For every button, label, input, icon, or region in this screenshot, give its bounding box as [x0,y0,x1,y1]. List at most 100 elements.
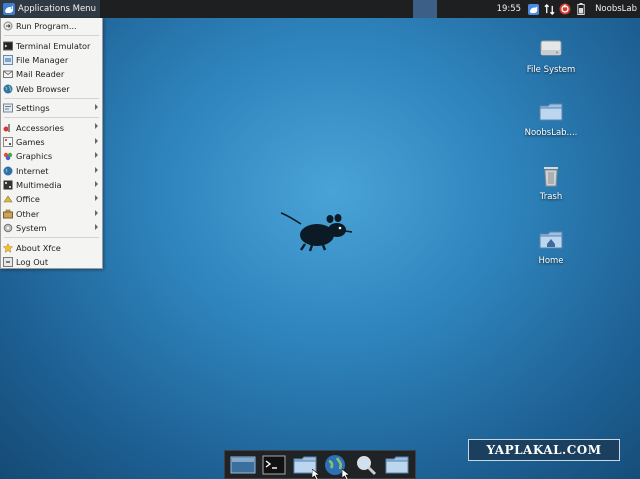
submenu-arrow-icon [95,209,98,216]
desktop-icon-label: Home [538,256,564,266]
desktop-icon-file-system[interactable]: File System [516,36,586,75]
menu-item-graphics[interactable]: Graphics [1,149,102,163]
logout-icon [3,257,13,268]
menu-item-about-xfce[interactable]: About Xfce [1,240,102,254]
menu-item-games[interactable]: Games [1,135,102,149]
menu-separator [4,97,99,99]
menu-item-label: Multimedia [16,180,62,191]
dock [224,450,416,479]
top-panel: Applications Menu 19:55 NoobsLab [0,0,640,18]
dock-show-desktop[interactable] [230,453,256,477]
submenu-arrow-icon [95,152,98,159]
menu-item-label: Games [16,136,45,147]
submenu-arrow-icon [95,224,98,231]
run-icon [3,21,13,31]
xfce-mouse-mascot [280,212,353,252]
menu-item-file-manager[interactable]: File Manager [1,53,102,67]
terminal-icon [3,41,13,51]
watermark: YAPLAKAL.COM [468,439,620,461]
xfce-tray-icon[interactable] [527,3,539,15]
menu-item-web-browser[interactable]: Web Browser [1,82,102,96]
home-folder-icon [538,227,564,253]
menu-item-terminal-emulator[interactable]: Terminal Emulator [1,38,102,52]
applications-menu: Run Program... Terminal Emulator File Ma… [0,18,103,269]
folder-icon [385,456,409,473]
file-manager-icon [3,54,13,65]
submenu-arrow-icon [95,195,98,202]
terminal-icon [262,455,286,474]
menu-item-label: Internet [16,165,49,176]
clock[interactable]: 19:55 [497,4,522,14]
submenu-arrow-icon [95,123,98,130]
drive-icon [538,36,564,62]
submenu-arrow-icon [95,137,98,144]
menu-item-label: Run Program... [16,21,77,32]
trash-icon [538,163,564,189]
menu-item-label: Log Out [16,257,49,268]
update-icon[interactable] [559,3,571,15]
games-icon [3,136,13,147]
desktop-icon-label: NoobsLab.... [524,128,578,138]
menu-item-label: Graphics [16,151,53,162]
taskbar-window-button[interactable] [413,0,437,18]
mail-icon [3,69,13,79]
menu-item-internet[interactable]: Internet [1,164,102,178]
menu-item-other[interactable]: Other [1,207,102,221]
submenu-arrow-icon [95,103,98,110]
desktop-icon [230,456,256,473]
submenu-arrow-icon [95,166,98,173]
system-icon [3,223,13,233]
desktop-icon-trash[interactable]: Trash [516,163,586,202]
dock-app-finder[interactable] [353,453,379,477]
menu-item-label: System [16,223,47,234]
applications-menu-label: Applications Menu [18,4,96,14]
dock-home-folder[interactable] [384,453,410,477]
system-tray: 19:55 NoobsLab [497,0,640,18]
menu-item-label: Accessories [16,122,64,133]
menu-item-label: Web Browser [16,83,70,94]
xfce-logo-icon [3,3,15,15]
menu-item-accessories[interactable]: Accessories [1,120,102,134]
desktop-icon-home[interactable]: Home [516,227,586,266]
menu-item-label: File Manager [16,54,69,65]
dock-web-browser[interactable] [322,453,351,479]
menu-separator [4,237,99,239]
internet-icon [3,166,13,176]
menu-item-label: Settings [16,103,50,114]
dock-terminal[interactable] [261,453,287,477]
menu-item-mail-reader[interactable]: Mail Reader [1,67,102,81]
menu-item-run-program[interactable]: Run Program... [1,19,102,33]
menu-item-office[interactable]: Office [1,192,102,206]
globe-icon [3,84,13,94]
user-name[interactable]: NoobsLab [591,4,637,14]
dock-file-manager[interactable] [292,453,320,479]
menu-item-system[interactable]: System [1,221,102,235]
menu-item-label: Office [16,194,40,205]
menu-item-label: Mail Reader [16,69,65,80]
mouse-cursor-icon [342,468,351,479]
applications-menu-button[interactable]: Applications Menu [0,0,100,18]
desktop-icon-noobslab[interactable]: NoobsLab.... [516,99,586,138]
search-icon [356,455,377,475]
menu-item-label: Other [16,208,40,219]
graphics-icon [3,151,13,161]
menu-separator [4,117,99,119]
other-icon [3,209,13,219]
menu-item-settings[interactable]: Settings [1,101,102,115]
menu-separator [4,35,99,37]
office-icon [3,194,13,204]
accessories-icon [3,123,13,133]
menu-item-label: Terminal Emulator [16,40,91,51]
settings-icon [3,103,13,113]
desktop-icon-label: File System [526,65,576,75]
menu-item-multimedia[interactable]: Multimedia [1,178,102,192]
network-icon[interactable] [543,3,555,15]
menu-item-log-out[interactable]: Log Out [1,255,102,269]
battery-icon[interactable] [575,3,587,15]
multimedia-icon [3,180,13,190]
star-icon [3,242,13,253]
menu-item-label: About Xfce [16,242,61,253]
folder-icon [538,99,564,125]
mouse-cursor-icon [311,468,320,479]
desktop-icon-label: Trash [539,192,563,202]
